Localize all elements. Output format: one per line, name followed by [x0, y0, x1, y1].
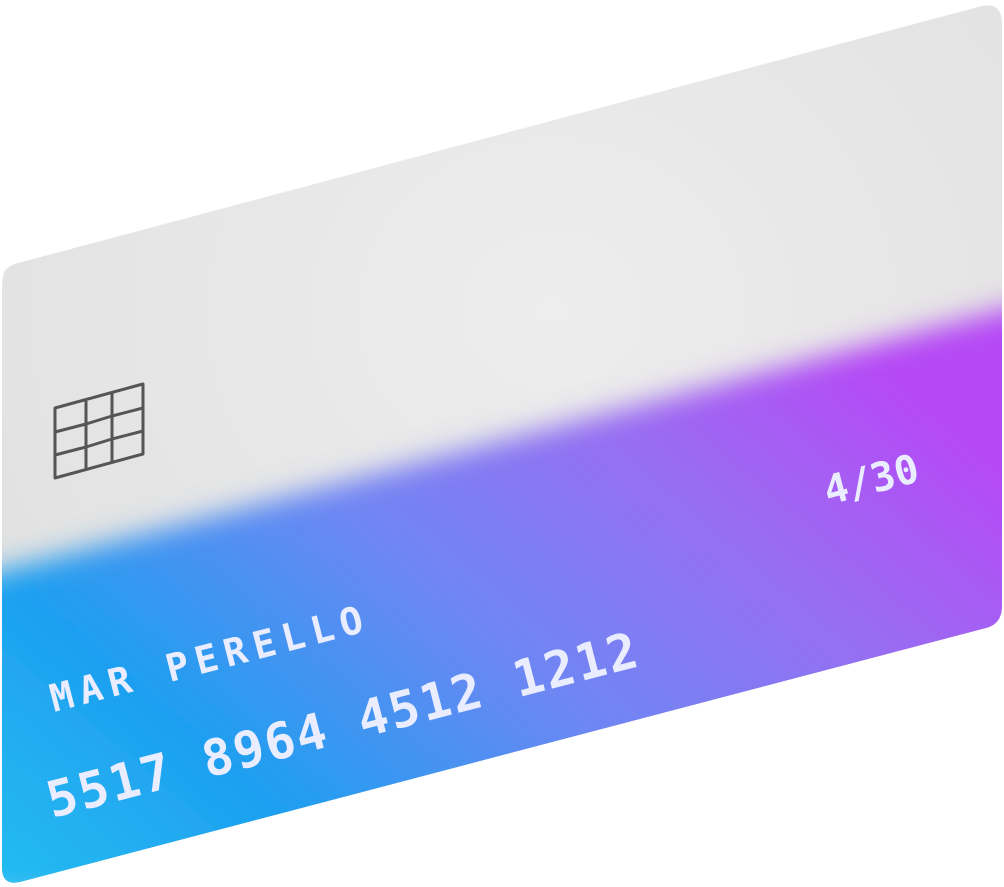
credit-card: 4/30 MAR PERELLO 5517 8964 4512 1212	[2, 5, 1002, 883]
card-stage: 4/30 MAR PERELLO 5517 8964 4512 1212	[0, 0, 1004, 887]
